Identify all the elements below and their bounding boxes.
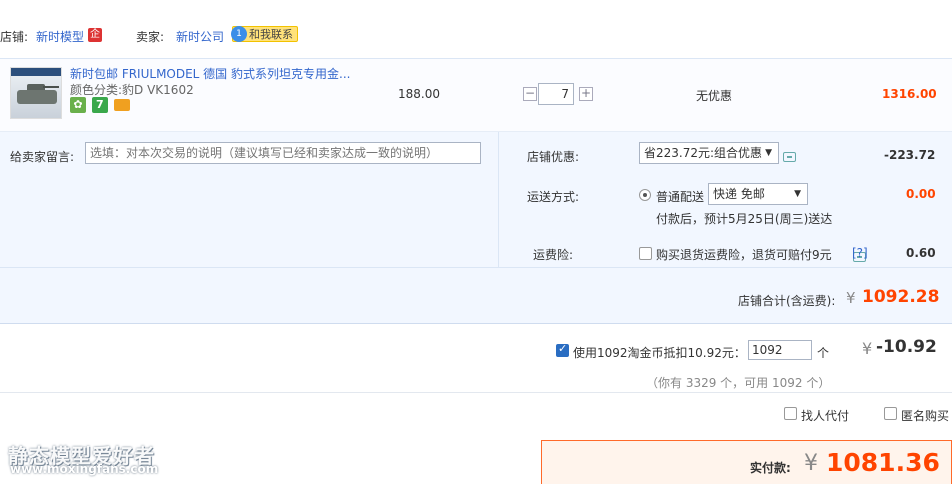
coins-note: （你有 3329 个，可用 1092 个）: [646, 376, 831, 390]
wangwang-icon: 1: [231, 26, 247, 42]
quantity-decrease-button[interactable]: −: [523, 87, 537, 101]
credit-card-icon: [113, 99, 130, 111]
subtotal-row: 店铺合计(含运费): ¥ 1092.28: [0, 268, 952, 324]
shop-discount-label: 店铺优惠:: [527, 150, 580, 164]
item-discount: 无优惠: [696, 89, 733, 103]
shipping-amount: 0.00: [906, 187, 936, 201]
shop-discount-selected: 省223.72元:组合优惠: [644, 146, 763, 160]
payment-amount: 1081.36: [826, 448, 940, 477]
chevron-down-icon: ▼: [794, 189, 801, 199]
contact-seller-button[interactable]: 1 和我联系: [231, 26, 298, 42]
coins-label: 使用1092淘金币抵扣10.92元：: [573, 346, 746, 360]
divider: [0, 392, 952, 393]
memo-input[interactable]: [85, 142, 481, 164]
item-total: 1316.00: [882, 87, 937, 101]
anonymous-label: 匿名购买: [901, 409, 950, 423]
payment-currency: ¥: [804, 451, 818, 476]
product-sku: 颜色分类:豹D VK1602: [70, 83, 194, 97]
coins-amount: -10.92: [876, 337, 937, 357]
subtotal-label: 店铺合计(含运费):: [738, 294, 836, 308]
insurance-label: 运费险:: [533, 248, 574, 262]
insurance-amount: 0.60: [906, 246, 936, 260]
service-badges: ✿ 7: [70, 97, 132, 113]
chevron-down-icon: ▼: [765, 148, 772, 158]
watermark-url: www.moxingfans.com: [10, 462, 159, 476]
shop-name-link[interactable]: 新时模型: [36, 28, 84, 45]
shipping-method-select[interactable]: 快递 免邮 ▼: [708, 183, 808, 205]
panel-divider: [498, 132, 499, 268]
payment-label: 实付款:: [750, 461, 791, 475]
shop-discount-amount: -223.72: [884, 148, 936, 162]
coins-input[interactable]: [748, 340, 812, 360]
contact-seller-label: 和我联系: [249, 28, 293, 41]
payment-summary-box: 实付款: ¥ 1081.36: [541, 440, 952, 484]
shop-header: 店铺: 新时模型 企 卖家: 新时公司 1 和我联系: [0, 24, 952, 46]
shipping-method-selected: 快递 免邮: [713, 187, 765, 201]
insurance-help-link[interactable]: [?]: [852, 246, 868, 260]
order-item-row: 新时包邮 FRIULMODEL 德国 豹式系列坦克专用金... 颜色分类:豹D …: [0, 58, 952, 132]
shipping-option-label: 普通配送: [656, 190, 705, 204]
coins-currency: ¥: [862, 339, 873, 358]
shipping-eta: 付款后，预计5月25日(周三)送达: [656, 212, 833, 226]
unit-price: 188.00: [398, 87, 440, 101]
shop-label: 店铺:: [0, 30, 29, 44]
proxy-pay-checkbox[interactable]: [784, 407, 797, 420]
tmall-shop-icon: 企: [88, 28, 102, 42]
proxy-pay-label: 找人代付: [801, 409, 850, 423]
anonymous-checkbox[interactable]: [884, 407, 897, 420]
seller-name-link[interactable]: 新时公司: [176, 28, 224, 45]
shipping-label: 运送方式:: [527, 190, 580, 204]
subtotal-currency: ¥: [846, 289, 856, 307]
coins-unit: 个: [817, 346, 830, 360]
insurance-checkbox[interactable]: [639, 247, 652, 260]
quantity-increase-button[interactable]: +: [579, 87, 593, 101]
product-thumbnail[interactable]: [10, 67, 62, 119]
memo-label: 给卖家留言:: [10, 150, 75, 164]
insurance-option-label: 购买退货运费险，退货可赔付9元: [656, 248, 832, 262]
seller-label: 卖家:: [136, 30, 165, 44]
guarantee-icon: ✿: [70, 97, 86, 113]
product-title-link[interactable]: 新时包邮 FRIULMODEL 德国 豹式系列坦克专用金...: [70, 65, 350, 82]
shop-discount-select[interactable]: 省223.72元:组合优惠 ▼: [639, 142, 779, 164]
seven-day-return-icon: 7: [91, 97, 108, 113]
shipping-radio[interactable]: [639, 189, 651, 201]
subtotal-amount: 1092.28: [862, 287, 940, 307]
quantity-input[interactable]: [538, 83, 574, 105]
use-coins-checkbox[interactable]: [556, 342, 569, 357]
message-icon[interactable]: [783, 151, 796, 162]
